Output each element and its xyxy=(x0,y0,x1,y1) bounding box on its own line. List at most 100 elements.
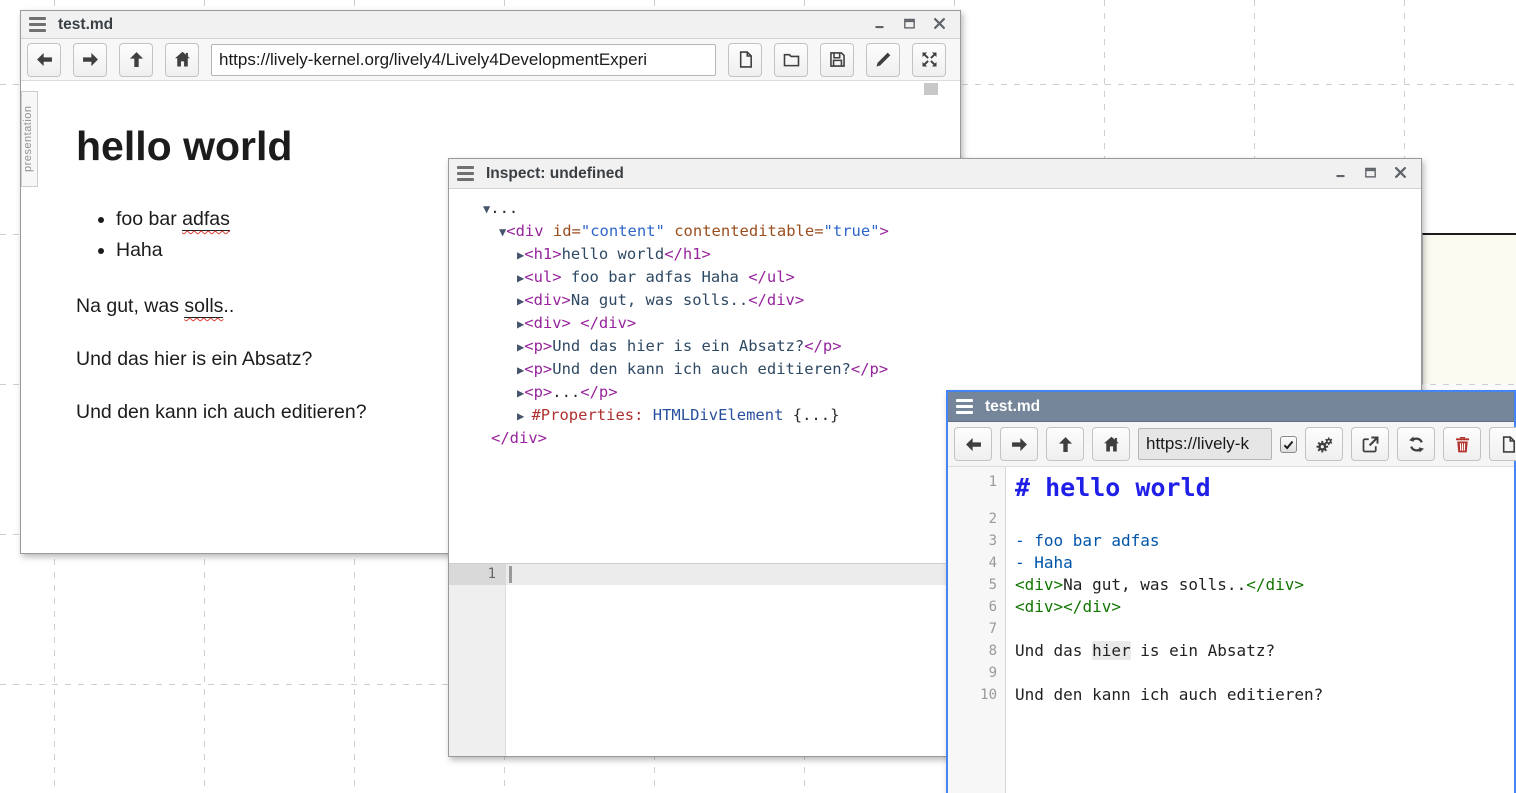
dom-tree-node[interactable]: ▶<div> </div> xyxy=(479,312,1421,335)
txt-token: Na gut, was solls.. xyxy=(571,291,748,309)
plain-token: {...} xyxy=(793,406,840,424)
code-line[interactable]: 10 Und den kann ich auch editieren? xyxy=(948,684,1514,706)
code-line[interactable]: 8Und das hier is ein Absatz? xyxy=(948,640,1514,662)
props-type-token: HTMLDivElement xyxy=(643,406,792,424)
external-link-button[interactable] xyxy=(1351,427,1389,461)
pencil-icon xyxy=(873,49,894,70)
code-line[interactable]: 9 xyxy=(948,662,1514,684)
dom-tree-node[interactable]: ▼<div id="content" contenteditable="true… xyxy=(479,220,1421,243)
close-button[interactable] xyxy=(1387,163,1413,185)
dom-tree-node[interactable]: ▶<div>Na gut, was solls..</div> xyxy=(479,289,1421,312)
code-text: <div>Na gut, was solls..</div> xyxy=(1006,574,1304,596)
menu-icon[interactable] xyxy=(457,166,474,181)
folder-button[interactable] xyxy=(774,43,808,77)
code-token: Und das xyxy=(1015,641,1092,660)
arrow-right-button[interactable] xyxy=(1000,427,1038,461)
maximize-icon xyxy=(902,16,917,31)
dom-tree-node[interactable]: ▶<p>Und das hier is ein Absatz?</p> xyxy=(479,335,1421,358)
dom-tree-node[interactable]: ▶<p>Und den kann ich auch editieren?</p> xyxy=(479,358,1421,381)
line-number: 10 xyxy=(948,684,1006,706)
titlebar[interactable]: Inspect: undefined xyxy=(449,159,1421,189)
code-text: # hello world xyxy=(1006,471,1211,508)
highlighted-word: hier xyxy=(1092,641,1131,660)
minimize-button[interactable] xyxy=(1327,163,1353,185)
close-icon xyxy=(932,16,947,31)
code-token: Und den kann ich auch editieren? xyxy=(1015,685,1323,704)
tag-token: </div> xyxy=(580,314,636,332)
dom-tree-node[interactable]: ▶<ul> foo bar adfas Haha </ul> xyxy=(479,266,1421,289)
arrow-right-button[interactable] xyxy=(73,43,107,77)
window-title: test.md xyxy=(985,398,1040,416)
minimize-icon xyxy=(872,16,887,31)
menu-icon[interactable] xyxy=(29,17,46,32)
tag-token: <div> xyxy=(524,314,571,332)
maximize-button[interactable] xyxy=(896,14,922,36)
tag-token: </div> xyxy=(748,291,804,309)
line-number: 1 xyxy=(948,471,1006,508)
home-button[interactable] xyxy=(1092,427,1130,461)
tag-token: </p> xyxy=(804,337,841,355)
new-file-button[interactable] xyxy=(1489,427,1516,461)
code-text: Und das hier is ein Absatz? xyxy=(1006,640,1275,662)
new-file-button[interactable] xyxy=(728,43,762,77)
refresh-button[interactable] xyxy=(1397,427,1435,461)
checkbox[interactable] xyxy=(1280,436,1297,453)
trash-icon xyxy=(1452,434,1473,455)
code-token: # hello world xyxy=(1015,473,1211,502)
url-input[interactable] xyxy=(1138,428,1272,460)
minimize-button[interactable] xyxy=(866,14,892,36)
code-text xyxy=(1006,662,1015,684)
home-button[interactable] xyxy=(165,43,199,77)
titlebar[interactable]: test.md xyxy=(948,392,1514,422)
tag-token: </div> xyxy=(491,429,547,447)
arrow-up-button[interactable] xyxy=(1046,427,1084,461)
window-title: Inspect: undefined xyxy=(486,165,624,183)
dom-tree-node[interactable]: ▼... xyxy=(479,197,1421,220)
code-line[interactable]: 4- Haha xyxy=(948,552,1514,574)
tag-token: <p> xyxy=(524,360,552,378)
save-button[interactable] xyxy=(820,43,854,77)
code-line[interactable]: 5<div>Na gut, was solls..</div> xyxy=(948,574,1514,596)
attr-token: contenteditable= xyxy=(665,222,824,240)
scrollbar-thumb[interactable] xyxy=(924,83,938,95)
arrow-left-button[interactable] xyxy=(954,427,992,461)
props-key-token: #Properties: xyxy=(531,406,643,424)
arrow-up-button[interactable] xyxy=(119,43,153,77)
line-number: 3 xyxy=(948,530,1006,552)
window-markdown-editor[interactable]: test.md 1 # hello world 23- foo bar adfas4… xyxy=(946,390,1516,793)
attr-token: id= xyxy=(544,222,581,240)
line-number: 2 xyxy=(948,508,1006,530)
code-token: </div> xyxy=(1063,597,1121,616)
gears-icon xyxy=(1314,434,1335,455)
code-line[interactable]: 3- foo bar adfas xyxy=(948,530,1514,552)
menu-icon[interactable] xyxy=(956,399,973,414)
url-input[interactable] xyxy=(211,44,716,76)
pencil-button[interactable] xyxy=(866,43,900,77)
code-line[interactable]: 7 xyxy=(948,618,1514,640)
txt-token xyxy=(571,314,580,332)
titlebar[interactable]: test.md xyxy=(21,11,960,39)
tag-token: </p> xyxy=(580,383,617,401)
close-button[interactable] xyxy=(926,14,952,36)
code-line[interactable]: 6<div></div> xyxy=(948,596,1514,618)
txt-token: foo bar adfas Haha xyxy=(562,268,749,286)
expand-button[interactable] xyxy=(912,43,946,77)
code-line[interactable]: 1 # hello world xyxy=(948,471,1514,508)
code-editor[interactable]: 1 # hello world 23- foo bar adfas4- Haha5<… xyxy=(948,467,1514,793)
text-run: foo bar xyxy=(116,208,182,230)
tag-token: <p> xyxy=(524,383,552,401)
expand-toggle-icon[interactable]: ▶ xyxy=(517,409,531,423)
plain-token: ... xyxy=(552,383,580,401)
trash-button[interactable] xyxy=(1443,427,1481,461)
close-icon xyxy=(1393,165,1408,180)
gears-button[interactable] xyxy=(1305,427,1343,461)
repl-gutter xyxy=(449,564,506,756)
window-controls xyxy=(866,14,952,36)
presentation-tab[interactable]: presentation xyxy=(21,91,38,187)
arrow-left-button[interactable] xyxy=(27,43,61,77)
maximize-button[interactable] xyxy=(1357,163,1383,185)
line-number: 8 xyxy=(948,640,1006,662)
minimize-icon xyxy=(1333,165,1348,180)
code-line[interactable]: 2 xyxy=(948,508,1514,530)
dom-tree-node[interactable]: ▶<h1>hello world</h1> xyxy=(479,243,1421,266)
